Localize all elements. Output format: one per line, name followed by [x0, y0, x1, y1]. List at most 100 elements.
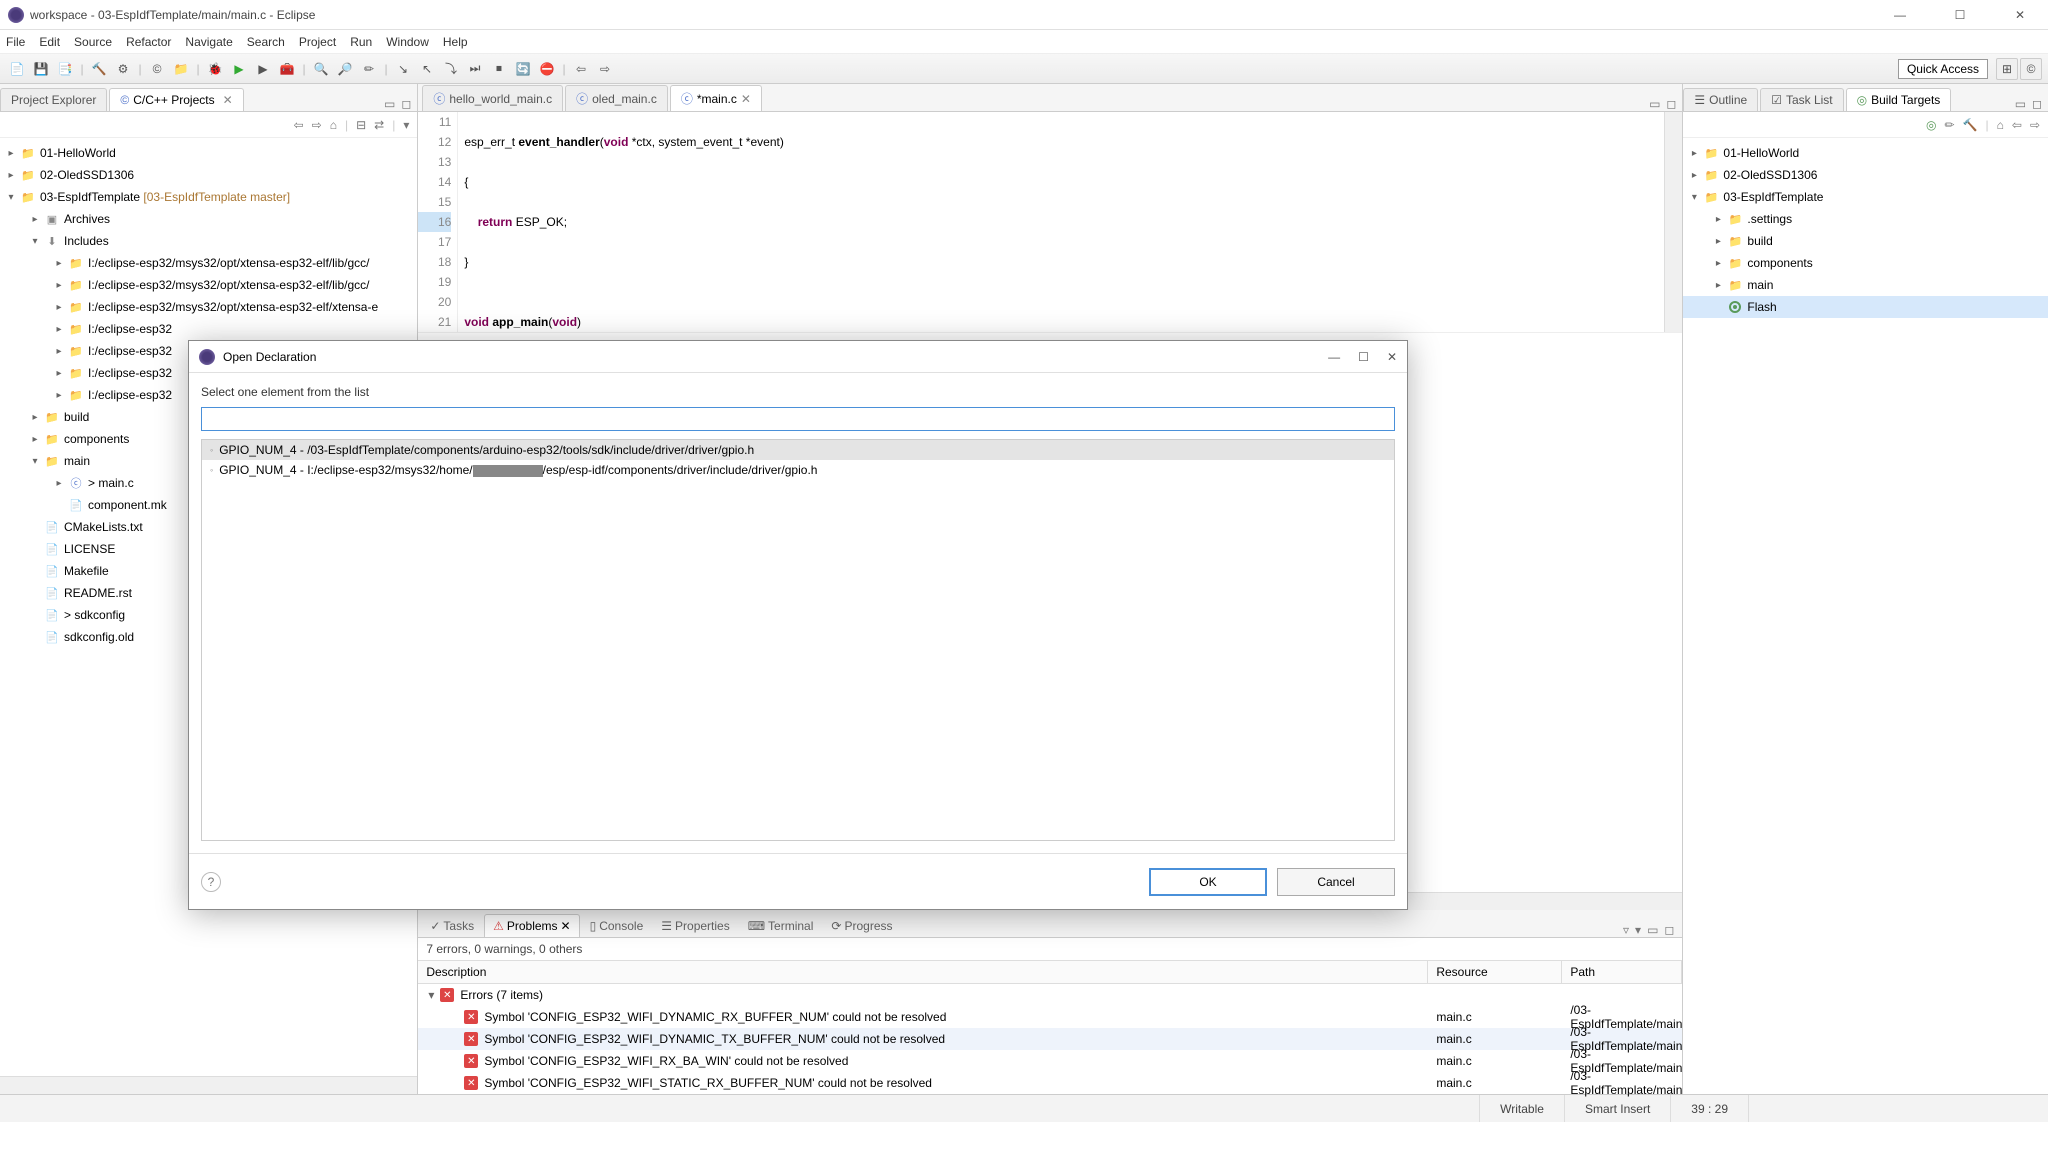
- debug-icon[interactable]: 🐞: [204, 58, 226, 80]
- profile-icon[interactable]: ▶: [252, 58, 274, 80]
- menu-source[interactable]: Source: [74, 35, 112, 49]
- back-icon[interactable]: ⇦: [570, 58, 592, 80]
- dialog-minimize-button[interactable]: —: [1328, 350, 1340, 364]
- tree-item[interactable]: ▾📁03-EspIdfTemplate: [1683, 186, 2048, 208]
- home-icon[interactable]: ⌂: [330, 118, 337, 132]
- tree-item[interactable]: ▸📁I:/eclipse-esp32/msys32/opt/xtensa-esp…: [0, 252, 417, 274]
- menu-run[interactable]: Run: [350, 35, 372, 49]
- tree-item[interactable]: ▸📁build: [1683, 230, 2048, 252]
- build-config-icon[interactable]: ⚙: [112, 58, 134, 80]
- back-nav-icon[interactable]: ⇦: [294, 118, 304, 132]
- tree-item[interactable]: ▸📁I:/eclipse-esp32/msys32/opt/xtensa-esp…: [0, 274, 417, 296]
- new-target-icon[interactable]: ◎: [1926, 118, 1936, 132]
- dialog-filter-input[interactable]: [201, 407, 1395, 431]
- tree-item[interactable]: ▸📁main: [1683, 274, 2048, 296]
- restart-icon[interactable]: 🔄: [512, 58, 534, 80]
- maximize-view-icon[interactable]: ◻: [1664, 923, 1674, 937]
- view-menu-icon[interactable]: ▾: [403, 118, 409, 132]
- tab-terminal[interactable]: ⌨Terminal: [740, 915, 822, 937]
- dialog-list[interactable]: ◦GPIO_NUM_4 - /03-EspIdfTemplate/compone…: [201, 439, 1395, 841]
- menu-file[interactable]: File: [6, 35, 25, 49]
- tab-tasks[interactable]: ✓Tasks: [422, 915, 482, 937]
- minimize-view-icon[interactable]: ▭: [1647, 923, 1658, 937]
- build-targets-tree[interactable]: ▸📁01-HelloWorld ▸📁02-OledSSD1306 ▾📁03-Es…: [1683, 138, 2048, 1094]
- tree-item[interactable]: ▸▣Archives: [0, 208, 417, 230]
- dialog-list-item[interactable]: ◦GPIO_NUM_4 - I:/eclipse-esp32/msys32/ho…: [202, 460, 1394, 480]
- tree-item[interactable]: ▸📁I:/eclipse-esp32/msys32/opt/xtensa-esp…: [0, 296, 417, 318]
- minimize-view-icon[interactable]: ▭: [2015, 97, 2026, 111]
- problems-table[interactable]: Description Resource Path ▾✕Errors (7 it…: [418, 960, 1682, 1094]
- tree-item[interactable]: ▸📁02-OledSSD1306: [1683, 164, 2048, 186]
- save-icon[interactable]: 💾: [30, 58, 52, 80]
- help-icon[interactable]: ?: [201, 872, 221, 892]
- menu-project[interactable]: Project: [299, 35, 336, 49]
- tree-item-selected[interactable]: Flash: [1683, 296, 2048, 318]
- tab-progress[interactable]: ⟳Progress: [823, 915, 900, 937]
- menu-window[interactable]: Window: [386, 35, 429, 49]
- close-tab-icon[interactable]: ✕: [741, 92, 751, 106]
- fwd-nav-icon[interactable]: ⇨: [312, 118, 322, 132]
- tree-item[interactable]: ▾⬇Includes: [0, 230, 417, 252]
- tab-build-targets[interactable]: ◎Build Targets: [1846, 88, 1952, 111]
- prev-annotation-icon[interactable]: ↖: [416, 58, 438, 80]
- cancel-button[interactable]: Cancel: [1277, 868, 1395, 896]
- close-tab-icon[interactable]: ✕: [223, 93, 233, 107]
- editor-tab[interactable]: ⓒhello_world_main.c: [422, 85, 563, 111]
- problem-row[interactable]: ✕Symbol 'CONFIG_ESP32_WIFI_RX_BA_WIN' co…: [418, 1050, 1682, 1072]
- tab-outline[interactable]: ☰Outline: [1683, 88, 1758, 111]
- new-folder-icon[interactable]: 📁: [170, 58, 192, 80]
- maximize-button[interactable]: ☐: [1940, 8, 1980, 22]
- tab-problems[interactable]: ⚠Problems✕: [484, 914, 580, 937]
- tab-console[interactable]: ▯Console: [582, 915, 652, 937]
- new-class-icon[interactable]: ©: [146, 58, 168, 80]
- menu-help[interactable]: Help: [443, 35, 468, 49]
- ok-button[interactable]: OK: [1149, 868, 1267, 896]
- external-tools-icon[interactable]: 🧰: [276, 58, 298, 80]
- editor-tab-active[interactable]: ⓒ*main.c✕: [670, 85, 762, 111]
- step-icon[interactable]: ⤵: [440, 58, 462, 80]
- menu-edit[interactable]: Edit: [39, 35, 60, 49]
- tree-item[interactable]: ▸📁components: [1683, 252, 2048, 274]
- tree-item[interactable]: ▸📁.settings: [1683, 208, 2048, 230]
- resume-icon[interactable]: ⏭: [464, 58, 486, 80]
- close-tab-icon[interactable]: ✕: [561, 919, 571, 933]
- next-annotation-icon[interactable]: ↘: [392, 58, 414, 80]
- filter-icon[interactable]: ▿: [1623, 923, 1629, 937]
- maximize-view-icon[interactable]: ◻: [2032, 97, 2042, 111]
- menu-navigate[interactable]: Navigate: [185, 35, 232, 49]
- open-type-icon[interactable]: 🔍: [310, 58, 332, 80]
- view-menu-icon[interactable]: ▾: [1635, 923, 1641, 937]
- hscrollbar[interactable]: [0, 1076, 417, 1094]
- dialog-list-item[interactable]: ◦GPIO_NUM_4 - /03-EspIdfTemplate/compone…: [202, 440, 1394, 460]
- overview-ruler[interactable]: [1664, 112, 1682, 332]
- fwd-icon[interactable]: ⇨: [2030, 118, 2040, 132]
- new-icon[interactable]: 📄: [6, 58, 28, 80]
- problem-row[interactable]: ✕Symbol 'CONFIG_ESP32_WIFI_DYNAMIC_TX_BU…: [418, 1028, 1682, 1050]
- maximize-view-icon[interactable]: ◻: [1666, 97, 1676, 111]
- collapse-all-icon[interactable]: ⊟: [356, 118, 366, 132]
- close-button[interactable]: ✕: [2000, 8, 2040, 22]
- tab-properties[interactable]: ☰Properties: [653, 915, 737, 937]
- back-icon[interactable]: ⇦: [2012, 118, 2022, 132]
- tree-item[interactable]: ▸📁02-OledSSD1306: [0, 164, 417, 186]
- perspective-cpp-icon[interactable]: ©: [2020, 58, 2042, 80]
- maximize-view-icon[interactable]: ◻: [401, 97, 411, 111]
- build-icon[interactable]: 🔨: [88, 58, 110, 80]
- save-all-icon[interactable]: 📑: [54, 58, 76, 80]
- tree-item[interactable]: ▸📁I:/eclipse-esp32: [0, 318, 417, 340]
- dialog-maximize-button[interactable]: ☐: [1358, 350, 1369, 364]
- build-target-icon[interactable]: 🔨: [1963, 118, 1978, 132]
- toggle-mark-icon[interactable]: ✏: [358, 58, 380, 80]
- perspective-open-icon[interactable]: ⊞: [1996, 58, 2018, 80]
- tree-item[interactable]: ▾📁03-EspIdfTemplate [03-EspIdfTemplate m…: [0, 186, 417, 208]
- forward-icon[interactable]: ⇨: [594, 58, 616, 80]
- run-icon[interactable]: ▶: [228, 58, 250, 80]
- minimize-view-icon[interactable]: ▭: [1649, 97, 1660, 111]
- disconnect-icon[interactable]: ⛔: [536, 58, 558, 80]
- menu-refactor[interactable]: Refactor: [126, 35, 171, 49]
- minimize-view-icon[interactable]: ▭: [384, 97, 395, 111]
- terminate-icon[interactable]: ⏹: [488, 58, 510, 80]
- dialog-close-button[interactable]: ✕: [1387, 350, 1397, 364]
- link-editor-icon[interactable]: ⇄: [374, 118, 384, 132]
- problem-row[interactable]: ✕Symbol 'CONFIG_ESP32_WIFI_DYNAMIC_RX_BU…: [418, 1006, 1682, 1028]
